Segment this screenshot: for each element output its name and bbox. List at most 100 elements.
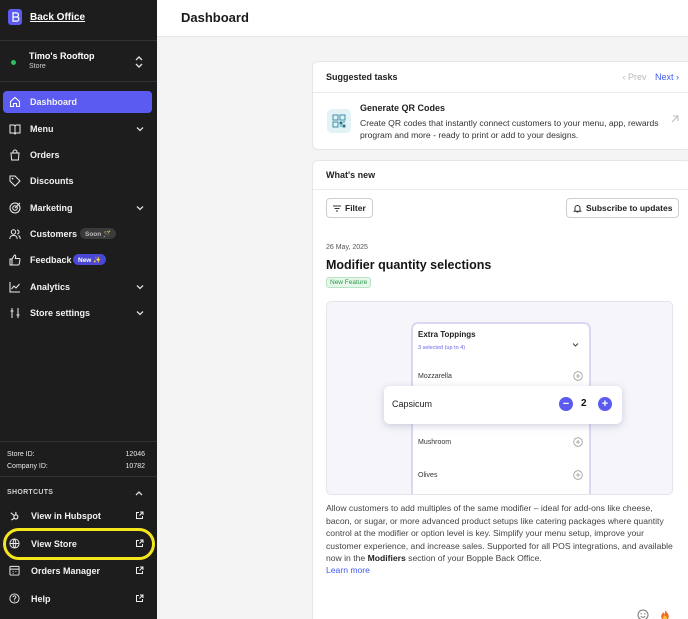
plus-circle-icon	[573, 470, 583, 480]
subscribe-button[interactable]: Subscribe to updates	[566, 198, 680, 218]
store-type: Store	[29, 63, 46, 70]
book-icon	[9, 124, 21, 135]
nav-item-discounts[interactable]: Discounts	[3, 170, 152, 192]
store-switcher[interactable]: Timo's Rooftop Store	[0, 40, 157, 82]
nav-label: Marketing	[30, 203, 73, 213]
mock-selected-label: Capsicum	[392, 399, 433, 409]
post-title: Modifier quantity selections	[326, 258, 492, 272]
shortcut-label: View in Hubspot	[31, 511, 101, 521]
learn-more-link[interactable]: Learn more	[326, 565, 370, 575]
nav-label: Customers	[30, 229, 78, 239]
whats-new-card: What's new Filter Subscribe to updates 2…	[312, 160, 688, 619]
new-feature-tag: New Feature	[326, 277, 372, 288]
mock-row: Mushroom	[418, 439, 452, 446]
soon-badge: Soon 🪄	[80, 228, 117, 239]
suggested-tasks-heading: Suggested tasks	[326, 72, 398, 82]
new-badge: New ✨	[73, 254, 107, 265]
prev-label: Prev	[627, 72, 647, 82]
bag-icon	[10, 149, 20, 161]
calendar-icon	[9, 565, 20, 576]
company-id-value: 10782	[125, 463, 145, 470]
next-label: Next	[654, 72, 674, 82]
bell-icon	[573, 204, 582, 212]
whats-new-heading: What's new	[326, 170, 376, 180]
sidebar: Back Office Timo's Rooftop Store Dashboa…	[0, 0, 157, 619]
mock-selected-modifier: Capsicum − 2 +	[384, 386, 622, 424]
mock-row: Mozzarella	[418, 373, 452, 380]
fire-icon[interactable]	[659, 609, 671, 619]
plus-circle-icon	[573, 371, 583, 381]
task-pager: ‹ Prev Next ›	[622, 72, 679, 82]
home-icon	[9, 96, 21, 108]
external-link-icon	[136, 594, 144, 602]
store-status-dot	[11, 60, 16, 65]
chart-icon	[9, 282, 20, 293]
minus-icon: −	[559, 397, 573, 411]
arrow-up-right-icon[interactable]	[670, 114, 680, 124]
external-link-icon	[136, 511, 144, 519]
nav-item-menu[interactable]: Menu	[3, 118, 152, 140]
nav-item-dashboard[interactable]: Dashboard	[3, 91, 152, 113]
nav-item-feedback[interactable]: Feedback New ✨	[3, 249, 152, 271]
shortcut-orders-manager[interactable]: Orders Manager	[0, 560, 157, 582]
chevron-down-icon	[136, 127, 144, 132]
chevron-updown-icon	[135, 56, 143, 68]
nav-label: Dashboard	[30, 97, 78, 107]
nav-item-customers[interactable]: Customers Soon 🪄	[3, 223, 152, 245]
plus-icon: +	[598, 397, 612, 411]
filter-icon	[333, 205, 341, 211]
mock-group-subtitle: 3 selected (up to 4)	[418, 345, 466, 351]
help-icon	[9, 593, 20, 604]
shortcut-view-in-hubspot[interactable]: View in Hubspot	[0, 505, 157, 527]
feature-preview-image: Extra Toppings 3 selected (up to 4) Mozz…	[326, 301, 673, 495]
target-icon	[9, 202, 21, 214]
shortcut-label: Orders Manager	[31, 566, 101, 576]
card-divider	[313, 189, 688, 190]
card-divider	[313, 92, 688, 93]
plus-circle-icon	[573, 437, 583, 447]
filter-label: Filter	[345, 203, 366, 213]
nav-label: Analytics	[30, 282, 71, 292]
mock-group-title: Extra Toppings	[418, 330, 476, 339]
nav-label: Orders	[30, 150, 60, 160]
shortcut-help[interactable]: Help	[0, 588, 157, 610]
task-description: Create QR codes that instantly connect c…	[360, 118, 659, 140]
company-id-label: Company ID:	[7, 463, 48, 470]
view-store-highlight-ring	[3, 528, 155, 560]
prev-button[interactable]: ‹ Prev	[622, 72, 646, 82]
brand-logo-icon	[8, 9, 22, 25]
shortcut-label: Help	[31, 594, 51, 604]
filter-button[interactable]: Filter	[326, 198, 373, 218]
nav-item-analytics[interactable]: Analytics	[3, 276, 152, 298]
store-ids: Store ID: 12046 Company ID: 10782	[0, 441, 157, 477]
post-body-bold: Modifiers	[367, 553, 406, 563]
post-body: Allow customers to add multiples of the …	[326, 502, 678, 565]
store-id-value: 12046	[125, 451, 145, 458]
chevron-down-icon	[136, 285, 144, 290]
page-title: Dashboard	[181, 10, 249, 25]
nav-item-store-settings[interactable]: Store settings	[3, 302, 152, 324]
nav-item-orders[interactable]: Orders	[3, 144, 152, 166]
chevron-down-icon	[136, 206, 144, 211]
chevron-down-icon	[136, 311, 144, 316]
next-button[interactable]: Next ›	[655, 72, 679, 82]
top-bar: Dashboard	[157, 0, 688, 37]
tag-icon	[9, 175, 21, 187]
smile-icon[interactable]	[637, 609, 649, 619]
brand-name[interactable]: Back Office	[30, 12, 85, 23]
external-link-icon	[136, 566, 144, 574]
nav-label: Store settings	[30, 308, 91, 318]
qr-code-icon	[327, 109, 351, 133]
company-id-row: Company ID: 10782	[7, 463, 145, 470]
subscribe-label: Subscribe to updates	[586, 203, 673, 213]
brand[interactable]: Back Office	[8, 9, 85, 25]
post-date: 26 May, 2025	[326, 244, 368, 251]
shortcuts-heading: SHORTCUTS	[7, 489, 54, 496]
task-title[interactable]: Generate QR Codes	[360, 103, 445, 113]
thumbs-up-icon	[9, 254, 21, 266]
store-name: Timo's Rooftop	[29, 51, 95, 61]
chevron-up-icon[interactable]	[135, 490, 143, 497]
nav-label: Discounts	[30, 176, 74, 186]
nav-item-marketing[interactable]: Marketing	[3, 197, 152, 219]
hubspot-icon	[10, 511, 19, 521]
